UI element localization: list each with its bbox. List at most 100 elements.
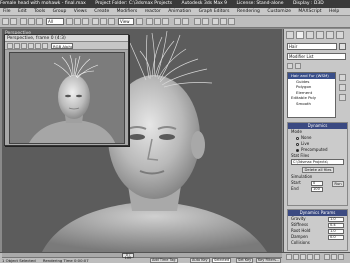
menu-tools[interactable]: Tools xyxy=(34,8,45,15)
menu-modifiers[interactable]: Modifiers xyxy=(117,8,138,15)
blue-channel-icon[interactable] xyxy=(21,43,27,49)
stat-files-path-field[interactable]: C:\3dsmax Projects\ xyxy=(291,159,344,165)
menu-views[interactable]: Views xyxy=(74,8,87,15)
alpha-channel-icon[interactable] xyxy=(28,43,34,49)
clear-icon[interactable] xyxy=(42,43,48,49)
unlink-icon[interactable] xyxy=(28,18,35,25)
key-filters-button[interactable]: Key Filters... xyxy=(256,258,282,263)
create-tab-icon[interactable] xyxy=(286,31,294,39)
gravity-spinner[interactable]: 1.0 xyxy=(328,216,344,222)
play-icon[interactable] xyxy=(300,254,306,260)
root-hold-spinner[interactable]: 1.0 xyxy=(328,228,344,234)
zoom-icon[interactable] xyxy=(324,254,330,260)
radio-none[interactable] xyxy=(296,136,299,140)
display-tab-icon[interactable] xyxy=(326,31,334,39)
previous-frame-icon[interactable] xyxy=(293,254,299,260)
menu-edit[interactable]: Edit xyxy=(18,8,27,15)
next-frame-icon[interactable] xyxy=(307,254,313,260)
rectangular-selection-icon[interactable] xyxy=(82,18,89,25)
mirror-icon[interactable] xyxy=(174,18,181,25)
end-spinner[interactable]: 100 xyxy=(311,186,323,192)
delete-all-files-button[interactable]: Delete all files xyxy=(302,167,334,173)
mode-none-label: None xyxy=(301,135,312,140)
radio-precomputed[interactable] xyxy=(296,148,299,152)
pin-stack-icon[interactable] xyxy=(287,63,293,69)
percent-snap-icon[interactable] xyxy=(162,18,169,25)
channel-dropdown[interactable]: RGB Alpha xyxy=(51,43,73,49)
mono-icon[interactable] xyxy=(35,43,41,49)
timeline-status-bar: 0 / 100 1 Object Selected Rendering Time… xyxy=(0,252,350,263)
menu-rendering[interactable]: Rendering xyxy=(237,8,260,15)
green-channel-icon[interactable] xyxy=(14,43,20,49)
radio-live[interactable] xyxy=(296,142,299,146)
hierarchy-tab-icon[interactable] xyxy=(306,31,314,39)
angle-snap-icon[interactable] xyxy=(154,18,161,25)
menu-animation[interactable]: Animation xyxy=(168,8,191,15)
rendered-head-image xyxy=(29,54,115,143)
quick-render-icon[interactable] xyxy=(228,18,235,25)
material-editor-icon[interactable] xyxy=(202,18,209,25)
key-mode-dropdown[interactable]: Selected xyxy=(212,258,232,263)
time-slider-knob[interactable]: 0 / 100 xyxy=(122,253,134,260)
undo-icon[interactable] xyxy=(2,18,9,25)
go-to-start-icon[interactable] xyxy=(286,254,292,260)
go-to-end-icon[interactable] xyxy=(314,254,320,260)
set-key-button[interactable]: Set Key xyxy=(236,258,254,263)
menu-bar: File Edit Tools Group Views Create Modif… xyxy=(0,8,350,16)
remove-modifier-icon[interactable] xyxy=(339,84,346,91)
stiffness-label: Stiffness xyxy=(291,222,309,227)
object-name-field[interactable]: Hair xyxy=(287,43,337,50)
menu-file[interactable]: File xyxy=(3,8,11,15)
modify-tab-icon[interactable] xyxy=(296,31,304,39)
menu-help[interactable]: Help xyxy=(329,8,339,15)
link-icon[interactable] xyxy=(20,18,27,25)
modifier-stack[interactable]: Hair and Fur (WSM) Guides Polygon Elemen… xyxy=(287,72,336,118)
show-end-result-icon[interactable] xyxy=(295,63,301,69)
render-setup-icon[interactable] xyxy=(212,18,219,25)
motion-tab-icon[interactable] xyxy=(316,31,324,39)
start-label: Start xyxy=(291,180,301,185)
selection-filter-dropdown[interactable]: All xyxy=(46,18,64,25)
dampen-spinner[interactable]: 0.0 xyxy=(328,234,344,240)
orbit-icon[interactable] xyxy=(338,254,344,260)
add-time-tag-button[interactable]: Add Time Tag xyxy=(150,258,178,263)
gravity-label: Gravity xyxy=(291,216,306,221)
make-unique-icon[interactable] xyxy=(339,74,346,81)
menu-customize[interactable]: Customize xyxy=(267,8,291,15)
align-icon[interactable] xyxy=(182,18,189,25)
utilities-tab-icon[interactable] xyxy=(336,31,344,39)
menu-reactor[interactable]: reactor xyxy=(145,8,161,15)
modifier-list-dropdown[interactable]: Modifier List xyxy=(287,53,346,60)
auto-key-button[interactable]: Auto Key xyxy=(190,258,210,263)
rendering-time-status: Rendering Time 0:00:07 xyxy=(42,258,89,263)
title-app: Autodesk 3ds Max 9 xyxy=(181,1,228,6)
start-spinner[interactable]: 0 xyxy=(311,180,323,186)
redo-icon[interactable] xyxy=(10,18,17,25)
select-scale-icon[interactable] xyxy=(108,18,115,25)
main-toolbar: All View xyxy=(0,16,350,28)
menu-graph-editors[interactable]: Graph Editors xyxy=(199,8,230,15)
snap-icon[interactable] xyxy=(146,18,153,25)
select-object-icon[interactable] xyxy=(66,18,73,25)
object-color-swatch[interactable] xyxy=(339,43,346,50)
menu-group[interactable]: Group xyxy=(53,8,67,15)
curve-editor-icon[interactable] xyxy=(194,18,201,25)
modifier-stack-item[interactable]: Hair and Fur (WSM) xyxy=(288,73,335,79)
pivot-icon[interactable] xyxy=(136,18,143,25)
select-rotate-icon[interactable] xyxy=(100,18,107,25)
app-window: Female head with mohawk - final.max Proj… xyxy=(0,0,350,263)
modifier-stack-item[interactable]: Smooth xyxy=(288,101,335,107)
red-channel-icon[interactable] xyxy=(7,43,13,49)
configure-sets-icon[interactable] xyxy=(339,94,346,101)
bind-space-warp-icon[interactable] xyxy=(36,18,43,25)
rendered-frame-window[interactable]: Perspective, frame 0 (4:3) RGB Alpha xyxy=(4,34,129,146)
select-move-icon[interactable] xyxy=(92,18,99,25)
stiffness-spinner[interactable]: 0.4 xyxy=(328,222,344,228)
menu-maxscript[interactable]: MAXScript xyxy=(298,8,321,15)
reference-coordinate-dropdown[interactable]: View xyxy=(118,18,134,25)
pan-icon[interactable] xyxy=(331,254,337,260)
render-icon[interactable] xyxy=(220,18,227,25)
rendered-frame-title[interactable]: Perspective, frame 0 (4:3) xyxy=(5,35,128,42)
select-by-name-icon[interactable] xyxy=(74,18,81,25)
menu-create[interactable]: Create xyxy=(94,8,109,15)
